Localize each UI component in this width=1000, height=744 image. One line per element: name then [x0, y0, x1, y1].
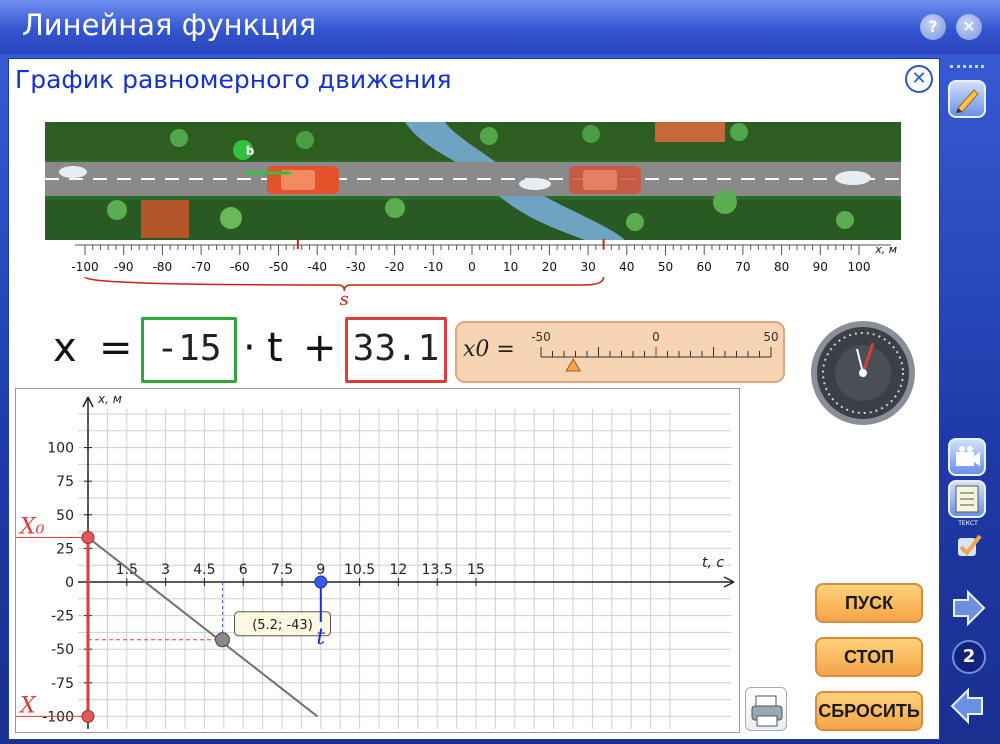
y-tick-label: 100: [47, 441, 74, 457]
start-button[interactable]: ПУСК: [815, 583, 923, 623]
ruler-tick-label: 100: [848, 260, 871, 274]
time-marker[interactable]: [314, 575, 328, 589]
close-window-icon[interactable]: ✕: [956, 14, 982, 40]
checklist-icon: [955, 485, 979, 513]
x0-marker-label: X₀: [18, 515, 45, 540]
velocity-input[interactable]: -15: [141, 317, 237, 383]
ruler-tick-label: -80: [153, 260, 173, 274]
car-marker-label: b: [245, 144, 255, 158]
x0-slider-label: x0 =: [463, 337, 515, 362]
ruler-tick-label: 20: [542, 260, 557, 274]
x-marker-label: X: [18, 693, 37, 718]
graph-area: t, c x, м 1.5 3 4.5 6 7.5 9 10.5 12 13.5 15 100 75 50 2…: [15, 388, 740, 733]
ruler-tick-label: -50: [269, 260, 289, 274]
distance-label: s: [340, 289, 349, 309]
y-tick-label: 25: [56, 541, 74, 557]
ruler-tick-label: -30: [346, 260, 366, 274]
x-tick-label: 6: [239, 562, 248, 578]
reset-button[interactable]: СБРОСИТЬ: [815, 691, 923, 731]
equation-equals: =: [99, 325, 133, 371]
printer-icon: [751, 695, 783, 727]
ruler-tick-label: 90: [813, 260, 828, 274]
x-tick-label: 7.5: [271, 562, 293, 578]
test-button[interactable]: [948, 480, 986, 518]
x-tick-label: 13.5: [422, 562, 453, 578]
app-window: Линейная функция ? ✕ График равномерного…: [0, 0, 1000, 744]
ruler-tick-label: -20: [385, 260, 405, 274]
y-tick-label: -50: [51, 642, 74, 658]
right-sidebar: ТЕКСТ 2: [944, 58, 994, 738]
ruler-tick-label: -100: [71, 260, 98, 274]
y-tick-label: 75: [56, 474, 74, 490]
next-arrow-icon[interactable]: [948, 588, 988, 628]
x-tick-label: 15: [467, 562, 485, 578]
title-bar: Линейная функция ? ✕: [0, 0, 1000, 54]
y-tick-label: 0: [65, 575, 74, 591]
stop-button[interactable]: СТОП: [815, 637, 923, 677]
x-axis-label: t, c: [702, 555, 724, 571]
ruler-tick-label: 10: [503, 260, 518, 274]
road-scene: b: [45, 122, 901, 240]
x-tick-label: 3: [161, 562, 170, 578]
x-tick-label: 12: [389, 562, 407, 578]
x0-slider-panel: x0 = -50 0 50: [455, 321, 785, 383]
x-min-point[interactable]: [81, 709, 95, 723]
current-point[interactable]: [215, 632, 231, 648]
y-tick-label: 50: [56, 508, 74, 524]
y-axis-label: x, м: [97, 392, 122, 406]
y-tick-label: -75: [51, 676, 74, 692]
ruler-tick-label: -60: [230, 260, 250, 274]
x0-slider-handle[interactable]: [565, 358, 582, 372]
ruler-tick-label: 0: [468, 260, 476, 274]
ruler-tick-label: 50: [658, 260, 673, 274]
ruler-tick-label: 30: [580, 260, 595, 274]
ruler-tick-label: -90: [114, 260, 134, 274]
pencil-icon: [956, 89, 979, 113]
road-illustration: [45, 122, 901, 240]
camera-icon: [956, 446, 980, 466]
page-number-badge: 2: [952, 640, 986, 674]
time-marker-label: t: [316, 625, 325, 650]
ruler-tick-label: -70: [191, 260, 211, 274]
x0-point[interactable]: [81, 531, 95, 545]
print-button[interactable]: [745, 687, 787, 731]
ruler-axis-label: x, м: [874, 243, 897, 256]
test-label: ТЕКСТ: [958, 520, 978, 527]
y-tick-label: -25: [51, 609, 74, 625]
sidebar-grip: [950, 62, 984, 68]
checkmark-icon[interactable]: [952, 528, 984, 560]
x0-slider-tick-label: 0: [652, 330, 660, 344]
x-tick-label: 4.5: [193, 562, 215, 578]
content-panel: График равномерного движения ✕ b -100 -9…: [8, 58, 940, 740]
x-tick-label: 10.5: [344, 562, 375, 578]
help-icon[interactable]: ?: [920, 14, 946, 40]
x0-input[interactable]: 33.1: [345, 317, 447, 383]
x0-slider-tick-label: 50: [763, 330, 778, 344]
ruler-tick-label: 40: [619, 260, 634, 274]
x-tick-label: 1.5: [116, 562, 138, 578]
ruler-tick-label: -40: [307, 260, 327, 274]
ruler-tick-label: -10: [423, 260, 443, 274]
stopwatch-gauge: [811, 321, 915, 425]
point-label: (5.2; -43): [252, 618, 313, 633]
ruler-tick-label: 70: [735, 260, 750, 274]
x-t-chart[interactable]: t, cx, м1.5 3 4.5 6 7.5 9 10.5 12 13.5 1510075502…: [16, 389, 741, 734]
close-panel-icon[interactable]: ✕: [905, 65, 933, 93]
x0-slider[interactable]: -50 0 50: [531, 323, 781, 383]
ruler-tick-label: 60: [697, 260, 712, 274]
distance-ruler: -100 -90 -80 -70 -60 -50 -40 -30 -20 -10 0 10 20 30 40…: [71, 239, 897, 309]
prev-arrow-icon[interactable]: [948, 686, 988, 726]
equation-dot: ·: [243, 325, 256, 371]
y-tick-label: -100: [42, 709, 74, 725]
equation-t: t: [267, 325, 283, 371]
window-title: Линейная функция: [22, 8, 317, 42]
x0-slider-tick-label: -50: [531, 330, 551, 344]
ruler-tick-label: 80: [774, 260, 789, 274]
page-title: График равномерного движения: [15, 65, 452, 94]
equation-plus: +: [303, 325, 337, 371]
equation-x: x: [53, 325, 77, 371]
video-button[interactable]: [948, 438, 986, 476]
pencil-button[interactable]: [948, 80, 986, 118]
